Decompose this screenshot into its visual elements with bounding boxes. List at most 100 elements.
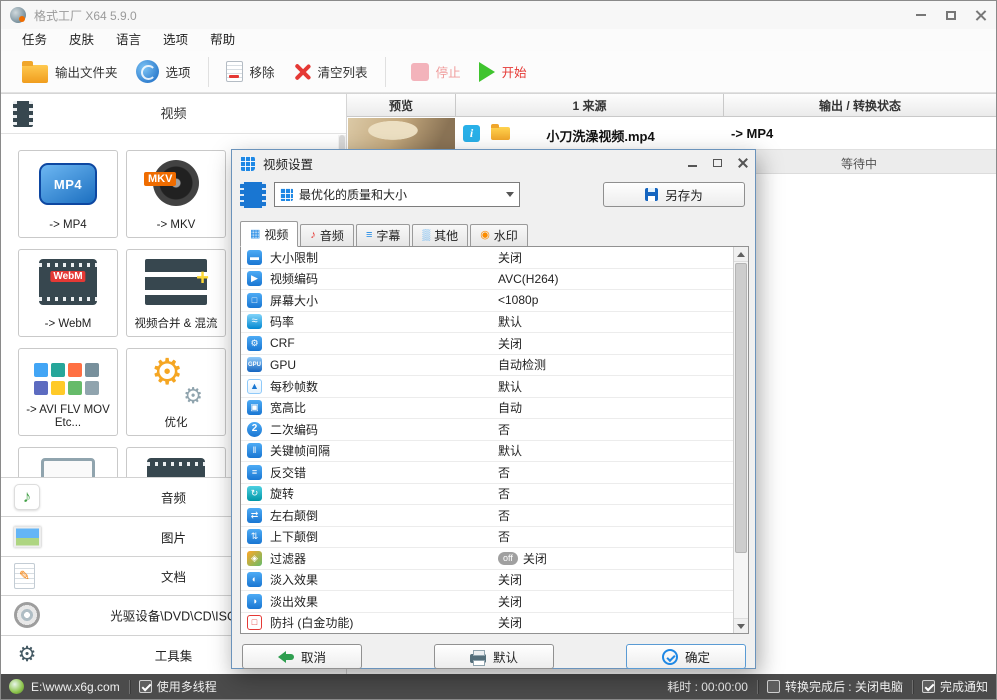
site-link[interactable]: E:\www.x6g.com [31, 680, 120, 694]
scrollbar[interactable] [733, 247, 748, 633]
output-folder-button[interactable]: 输出文件夹 [13, 54, 127, 90]
video-section-header[interactable]: 视频 [1, 94, 346, 134]
profile-select[interactable]: 最优化的质量和大小 [274, 182, 520, 207]
setting-row[interactable]: ≈ 码率 默认 [241, 312, 733, 333]
profile-grid-icon [280, 188, 293, 201]
setting-value[interactable]: AVC(H264) [498, 272, 558, 286]
setting-row[interactable]: ⇄ 左右颠倒 否 [241, 505, 733, 527]
stop-icon [410, 62, 429, 81]
setting-value[interactable]: off 关闭 [498, 550, 547, 567]
options-button[interactable]: 选项 [127, 54, 200, 90]
mkv-tile-icon: MKV [144, 160, 199, 206]
setting-value[interactable]: 关闭 [498, 249, 522, 266]
format-tile[interactable]: 优化 [126, 348, 226, 436]
setting-row[interactable]: GPU GPU 自动检测 [241, 355, 733, 376]
checkbox-unchecked-icon [766, 680, 780, 693]
optimize-tile-icon [141, 351, 211, 409]
setting-value[interactable]: 默认 [498, 378, 522, 395]
dialog-minimize-button[interactable] [680, 150, 705, 176]
two-pass-icon: 2 [247, 421, 262, 437]
setting-row[interactable]: ▶ 视频编码 AVC(H264) [241, 269, 733, 290]
menu-item[interactable]: 任务 [11, 29, 58, 51]
scroll-thumb[interactable] [735, 263, 747, 553]
save-as-button[interactable]: 另存为 [603, 182, 745, 207]
setting-value[interactable]: 默认 [498, 442, 522, 459]
menu-item[interactable]: 帮助 [199, 29, 246, 51]
setting-value[interactable]: 否 [498, 421, 510, 438]
setting-value[interactable]: 否 [498, 464, 510, 481]
maximize-icon [946, 10, 956, 20]
format-tile[interactable]: MP4 -> MP4 [18, 150, 118, 238]
stop-button[interactable]: 停止 [402, 54, 470, 90]
setting-value[interactable]: 否 [498, 507, 510, 524]
start-button[interactable]: 开始 [470, 54, 536, 90]
menu-item[interactable]: 皮肤 [58, 29, 105, 51]
menu-item[interactable]: 语言 [105, 29, 152, 51]
settings-tab[interactable]: ♪ 音频 [300, 224, 354, 246]
setting-value[interactable]: 默认 [498, 313, 522, 330]
maximize-button[interactable] [936, 1, 966, 29]
setting-value[interactable]: 否 [498, 485, 510, 502]
cancel-button[interactable]: 取消 [242, 644, 362, 669]
shutdown-after-checkbox[interactable]: 转换完成后 : 关闭电脑 [766, 678, 903, 695]
multithread-checkbox[interactable]: 使用多线程 [138, 678, 217, 695]
format-tile[interactable] [126, 447, 226, 477]
setting-row[interactable]: ⇅ 上下颠倒 否 [241, 527, 733, 548]
column-header-preview[interactable]: 预览 [347, 94, 456, 116]
setting-row[interactable]: □ 屏幕大小 <1080p [241, 290, 733, 312]
remove-button[interactable]: 移除 [217, 54, 284, 90]
setting-value[interactable]: 关闭 [498, 335, 522, 352]
column-header-output[interactable]: 输出 / 转换状态 [724, 94, 996, 116]
site-logo-icon [9, 679, 24, 694]
setting-row[interactable]: ⚙ CRF 关闭 [241, 333, 733, 355]
format-tile[interactable] [18, 447, 118, 477]
setting-row[interactable]: ‖ 关键帧间隔 默认 [241, 441, 733, 462]
setting-row[interactable]: ≡ 反交错 否 [241, 462, 733, 484]
dialog-close-button[interactable] [730, 150, 755, 176]
close-button[interactable] [966, 1, 996, 29]
menu-item[interactable]: 选项 [152, 29, 199, 51]
notify-checkbox[interactable]: 完成通知 [921, 678, 988, 695]
settings-tab[interactable]: ≡ 字幕 [355, 224, 411, 246]
status-badge: 等待中 [840, 157, 877, 171]
setting-label: 淡出效果 [270, 594, 319, 609]
minimize-button[interactable] [906, 1, 936, 29]
setting-value[interactable]: 关闭 [498, 571, 522, 588]
setting-label: GPU [270, 357, 297, 372]
dialog-maximize-button[interactable] [705, 150, 730, 176]
settings-tab[interactable]: ▦ 视频 [240, 221, 299, 247]
clear-list-button[interactable]: 清空列表 [284, 54, 377, 90]
setting-value[interactable]: 自动检测 [498, 356, 546, 373]
setting-value[interactable]: 关闭 [498, 614, 522, 631]
settings-tab[interactable]: ▒ 其他 [412, 224, 469, 246]
default-button[interactable]: 默认 [434, 644, 554, 669]
statusbar-right-group: 耗时 : 00:00:00 转换完成后 : 关闭电脑 完成通知 [667, 678, 988, 695]
setting-row[interactable]: ↻ 旋转 否 [241, 484, 733, 505]
settings-tab[interactable]: ◉ 水印 [470, 224, 528, 246]
format-tile[interactable]: -> AVI FLV MOV Etc... [18, 348, 118, 436]
setting-row[interactable]: ◐ 淡入效果 关闭 [241, 570, 733, 591]
keyframe-icon: ‖ [247, 443, 262, 459]
queue-item-row[interactable]: 小刀洗澡视频.mp4 -> MP4 [347, 117, 996, 150]
format-tile[interactable]: WebM -> WebM [18, 249, 118, 337]
format-tile[interactable]: 视频合并 & 混流 [126, 249, 226, 337]
scroll-down-icon[interactable] [734, 618, 748, 633]
format-tile[interactable]: MKV -> MKV [126, 150, 226, 238]
setting-row[interactable]: ◑ 淡出效果 关闭 [241, 591, 733, 613]
setting-label: 二次编码 [270, 422, 319, 437]
column-header-source[interactable]: 1 来源 [456, 94, 724, 116]
ok-button[interactable]: 确定 [626, 644, 746, 669]
scroll-up-icon[interactable] [734, 247, 748, 262]
setting-row[interactable]: ▬ 大小限制 关闭 [241, 247, 733, 269]
setting-value[interactable]: 关闭 [498, 593, 522, 610]
setting-row[interactable]: ▲ 每秒帧数 默认 [241, 376, 733, 398]
setting-value[interactable]: <1080p [498, 293, 538, 307]
flip-horizontal-icon: ⇄ [247, 507, 262, 523]
setting-row[interactable]: □ 防抖 (白金功能) 关闭 [241, 613, 733, 634]
setting-row[interactable]: ◈ 过滤器 off 关闭 [241, 548, 733, 570]
setting-row[interactable]: ▣ 宽高比 自动 [241, 398, 733, 419]
chevron-down-icon[interactable] [501, 184, 518, 205]
setting-value[interactable]: 否 [498, 528, 510, 545]
setting-row[interactable]: 2 二次编码 否 [241, 419, 733, 441]
setting-value[interactable]: 自动 [498, 399, 522, 416]
